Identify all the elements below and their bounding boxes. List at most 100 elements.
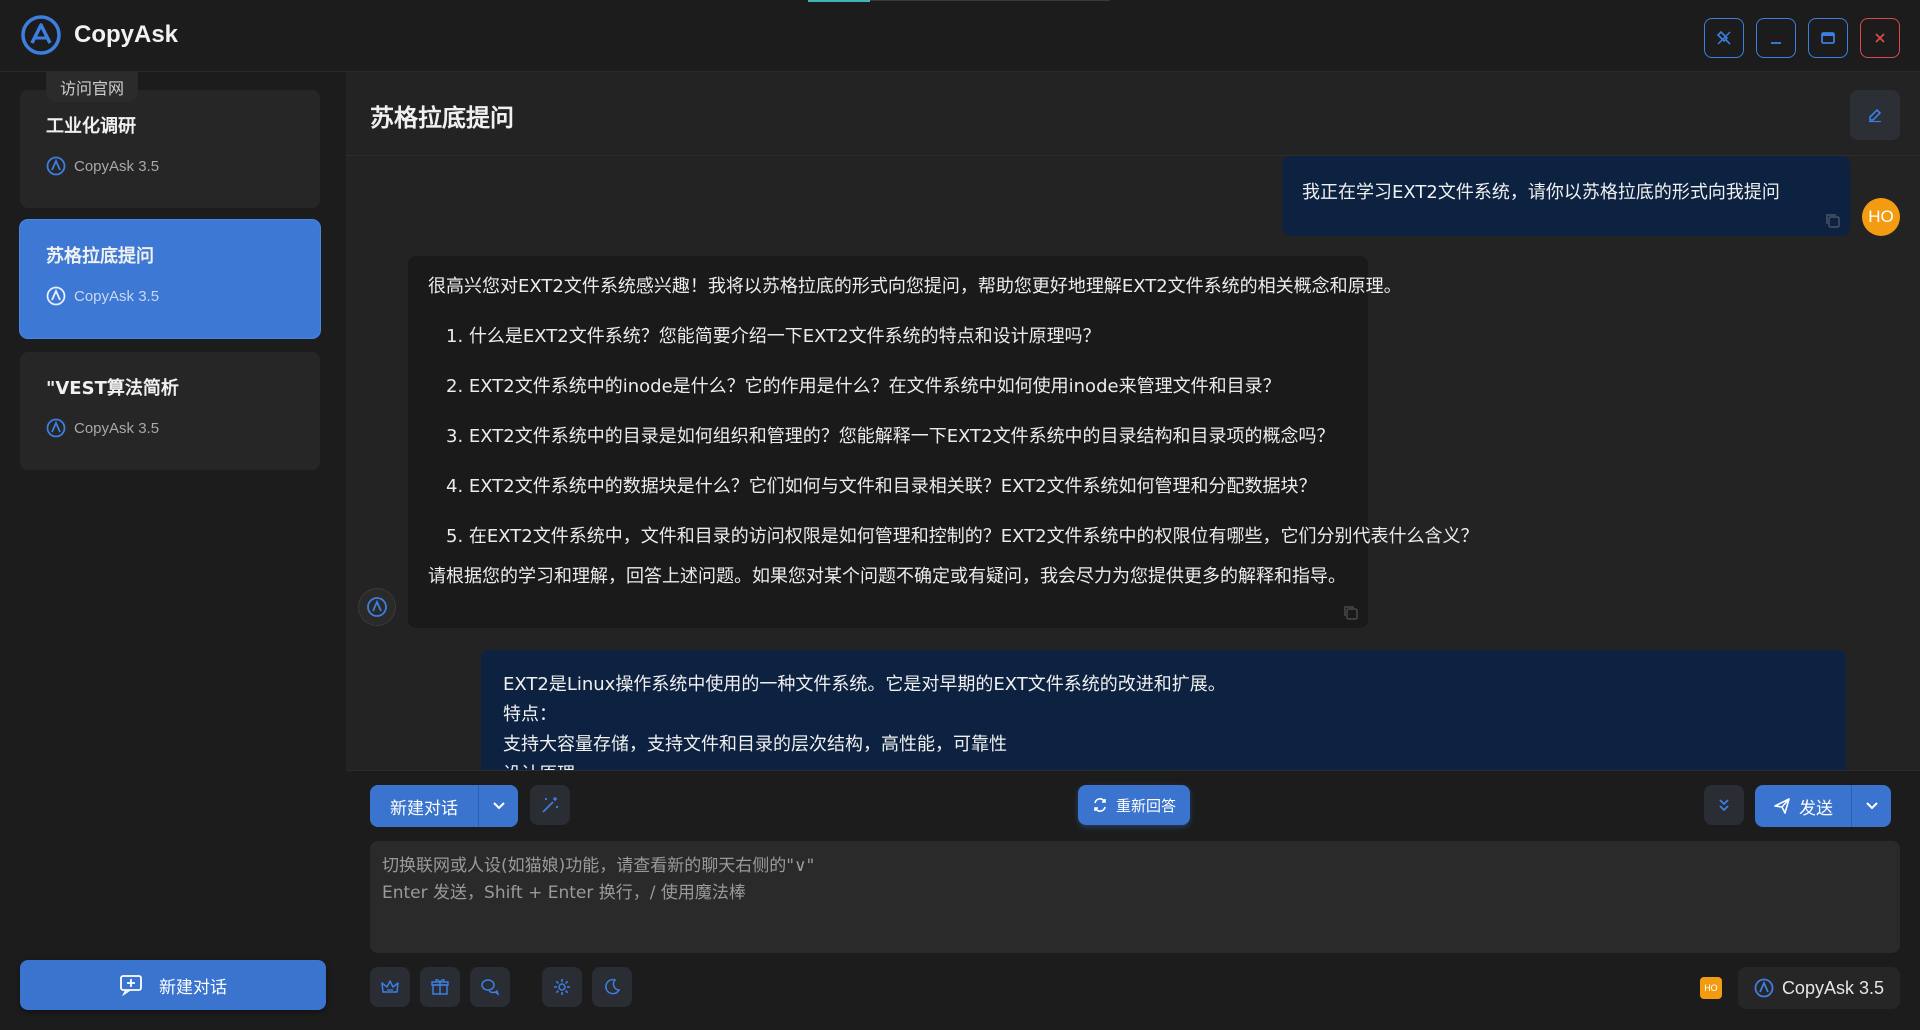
reply-line: 特点： <box>503 704 557 725</box>
chat-history-button[interactable] <box>470 967 510 1007</box>
minimize-button[interactable] <box>1756 18 1796 58</box>
sidebar: 访问官网 工业化调研 CopyAsk 3.5 苏格拉底提问 CopyAsk 3.… <box>0 72 346 1030</box>
reply-line: 设计原理 <box>503 760 1824 770</box>
assistant-question: 2. EXT2文件系统中的inode是什么？它的作用是什么？在文件系统中如何使用… <box>446 376 1281 397</box>
message-input[interactable]: 切换联网或人设(如猫娘)功能，请查看新的聊天右侧的"∨" Enter 发送，Sh… <box>370 841 1900 953</box>
model-label: CopyAsk 3.5 <box>1781 977 1884 998</box>
assistant-question: 4. EXT2文件系统中的数据块是什么？它们如何与文件和目录相关联？EXT2文件… <box>446 476 1317 497</box>
maximize-button[interactable] <box>1808 18 1848 58</box>
magic-wand-button[interactable] <box>530 785 570 825</box>
drag-indicator-track <box>870 0 1110 1</box>
assistant-intro: 很高兴您对EXT2文件系统感兴趣！我将以苏格拉底的形式向您提问，帮助您更好地理解… <box>428 276 1402 297</box>
settings-button[interactable] <box>542 967 582 1007</box>
edit-title-button[interactable] <box>1850 90 1900 140</box>
close-icon <box>1875 33 1885 43</box>
gear-icon <box>554 979 570 995</box>
premium-button[interactable] <box>370 967 410 1007</box>
assistant-outro: 请根据您的学习和理解，回答上述问题。如果您对某个问题不确定或有疑问，我会尽力为您… <box>428 566 1346 587</box>
user-badge[interactable]: HO <box>1699 977 1722 999</box>
toolbar-gap <box>520 967 532 1007</box>
input-placeholder-line1: 切换联网或人设(如猫娘)功能，请查看新的聊天右侧的"∨" <box>382 856 815 876</box>
app-window: CopyAsk 访问官网 工业化调研 CopyAsk 3.5 苏格拉底提问 Co… <box>0 0 1920 1030</box>
copyask-logo-icon <box>46 156 66 176</box>
send-label: 发送 <box>1799 798 1833 819</box>
assistant-question: 5. 在EXT2文件系统中，文件和目录的访问权限是如何管理和控制的？EXT2文件… <box>446 526 1479 547</box>
new-chat-label: 新建对话 <box>390 798 458 819</box>
chat-model: CopyAsk 3.5 <box>46 286 294 306</box>
chat-model-label: CopyAsk 3.5 <box>74 419 160 437</box>
regenerate-button[interactable]: 重新回答 <box>1078 785 1191 825</box>
copyask-logo-icon <box>367 597 387 617</box>
chat-item[interactable]: 工业化调研 CopyAsk 3.5 <box>20 90 320 208</box>
refresh-icon <box>1094 798 1106 812</box>
sidebar-new-chat-button[interactable]: 新建对话 <box>20 960 326 1010</box>
pin-off-icon <box>1716 30 1731 45</box>
message-list: 我正在学习EXT2文件系统，请你以苏格拉底的形式向我提问 HO 很高兴您对EXT… <box>346 156 1920 770</box>
send-split-button: 发送 <box>1755 785 1891 827</box>
send-icon <box>1774 798 1790 814</box>
scroll-to-bottom-button[interactable] <box>1704 785 1744 825</box>
magic-wand-icon <box>542 797 558 813</box>
copy-icon[interactable] <box>1342 604 1360 622</box>
chevron-down-icon <box>1865 802 1878 810</box>
input-placeholder-line2: Enter 发送，Shift + Enter 换行，/ 使用魔法棒 <box>382 883 746 903</box>
new-chat-button[interactable]: 新建对话 <box>370 785 478 827</box>
reply-line: 支持大容量存储，支持文件和目录的层次结构，高性能，可靠性 <box>503 734 1007 755</box>
gift-icon <box>431 979 449 995</box>
chat-title: 工业化调研 <box>46 116 136 137</box>
minimize-icon <box>1771 42 1781 44</box>
crown-icon <box>381 980 399 993</box>
edit-icon <box>1869 108 1882 123</box>
new-chat-split-button: 新建对话 <box>370 785 518 827</box>
chat-model-label: CopyAsk 3.5 <box>74 157 160 175</box>
title-bar: CopyAsk <box>0 0 1920 72</box>
copyask-logo-icon <box>46 418 66 438</box>
chat-item[interactable]: "VEST算法简析 CopyAsk 3.5 <box>20 352 320 470</box>
new-chat-dropdown[interactable] <box>478 785 518 827</box>
model-selector[interactable]: CopyAsk 3.5 <box>1737 967 1900 1009</box>
copyask-logo-icon <box>21 15 61 55</box>
composer-toolbar <box>370 967 632 1007</box>
chat-item-active[interactable]: 苏格拉底提问 CopyAsk 3.5 <box>20 220 320 338</box>
composer: 新建对话 重新回答 发送 切换联网或人设(如猫娘)功能，请查看新的聊天右侧的"∨… <box>346 770 1920 1030</box>
send-button[interactable]: 发送 <box>1755 785 1851 827</box>
assistant-question: 3. EXT2文件系统中的目录是如何组织和管理的？您能解释一下EXT2文件系统中… <box>446 426 1335 447</box>
app-name: CopyAsk <box>74 21 179 48</box>
user-avatar[interactable]: HO <box>1862 198 1900 236</box>
window-controls <box>1704 18 1900 58</box>
user-message: 我正在学习EXT2文件系统，请你以苏格拉底的形式向我提问 <box>1282 156 1850 236</box>
drag-indicator <box>808 0 870 2</box>
new-chat-icon <box>120 975 142 996</box>
chat-title: 苏格拉底提问 <box>46 246 154 267</box>
chat-title: "VEST算法简析 <box>46 378 179 399</box>
sidebar-new-chat-label: 新建对话 <box>159 977 227 998</box>
chat-main: 苏格拉底提问 我正在学习EXT2文件系统，请你以苏格拉底的形式向我提问 HO 很… <box>346 72 1920 1030</box>
user-message-text: 我正在学习EXT2文件系统，请你以苏格拉底的形式向我提问 <box>1302 182 1780 203</box>
chat-title-heading: 苏格拉底提问 <box>370 104 514 132</box>
close-button[interactable] <box>1860 18 1900 58</box>
chevron-down-icon <box>492 802 505 810</box>
pin-button[interactable] <box>1704 18 1744 58</box>
composer-status: HO CopyAsk 3.5 <box>1699 967 1900 1009</box>
copy-icon[interactable] <box>1824 212 1842 230</box>
chat-model: CopyAsk 3.5 <box>46 156 294 176</box>
chat-model: CopyAsk 3.5 <box>46 418 294 438</box>
brand: CopyAsk <box>20 14 178 56</box>
maximize-icon <box>1821 32 1835 44</box>
moon-icon <box>605 978 621 995</box>
assistant-message: 很高兴您对EXT2文件系统感兴趣！我将以苏格拉底的形式向您提问，帮助您更好地理解… <box>408 256 1479 628</box>
double-chevron-down-icon <box>1719 799 1729 812</box>
gift-button[interactable] <box>420 967 460 1007</box>
copyask-logo-icon <box>46 286 66 306</box>
reply-line: EXT2是Linux操作系统中使用的一种文件系统。它是对早期的EXT文件系统的改… <box>503 674 1226 695</box>
assistant-question: 1. 什么是EXT2文件系统？您能简要介绍一下EXT2文件系统的特点和设计原理吗… <box>446 326 1101 347</box>
assistant-avatar <box>358 588 396 626</box>
chat-header: 苏格拉底提问 <box>346 72 1920 156</box>
send-dropdown[interactable] <box>1851 785 1891 827</box>
chat-bubbles-icon <box>481 979 500 996</box>
theme-toggle-button[interactable] <box>592 967 632 1007</box>
regenerate-label: 重新回答 <box>1116 796 1177 815</box>
visit-site-link[interactable]: 访问官网 <box>46 72 139 102</box>
chat-model-label: CopyAsk 3.5 <box>74 287 160 305</box>
copyask-logo-icon <box>1754 978 1774 998</box>
